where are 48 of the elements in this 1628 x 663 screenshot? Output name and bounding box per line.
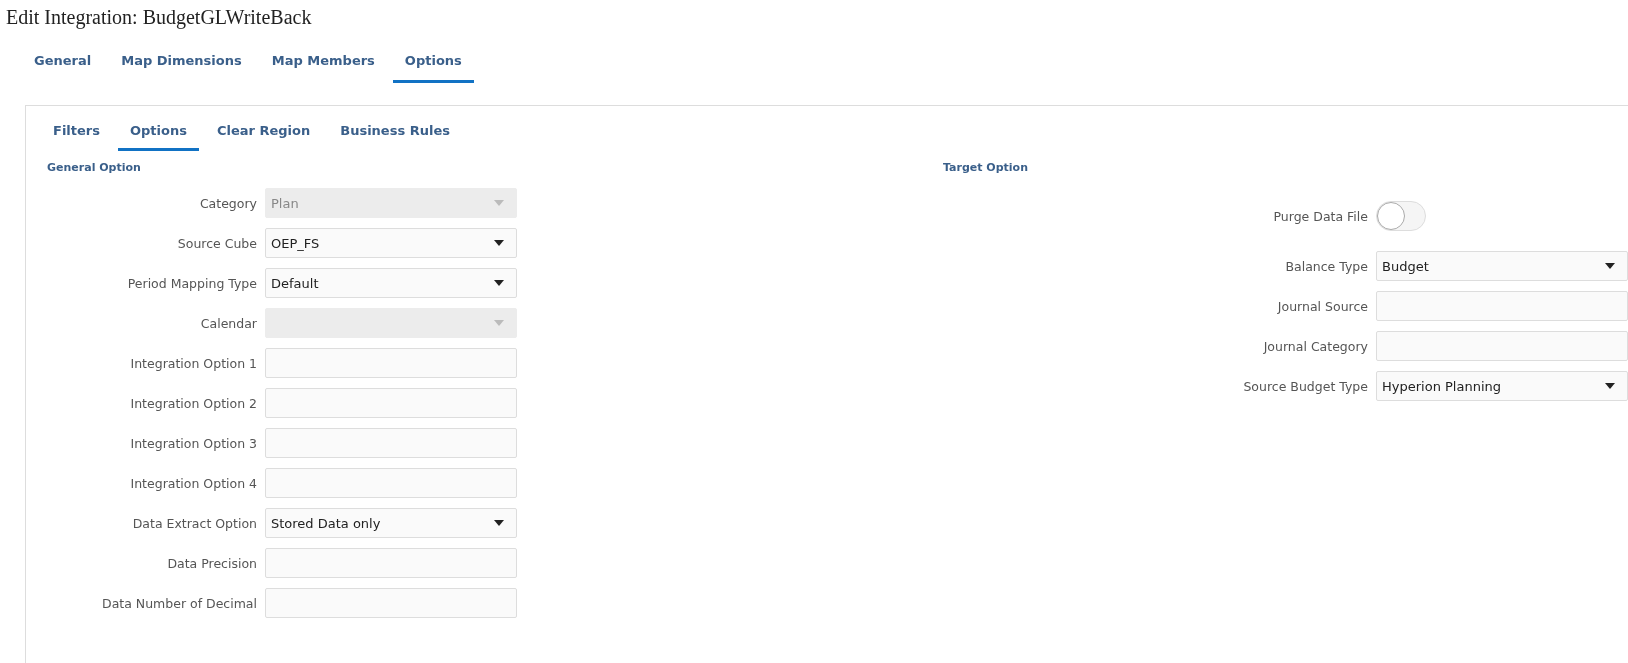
dropdown-field[interactable]: Budget bbox=[1376, 251, 1628, 281]
page-title: Edit Integration: BudgetGLWriteBack bbox=[5, 5, 313, 31]
field-label: Purge Data File bbox=[1272, 208, 1368, 224]
field-label: Period Mapping Type bbox=[126, 275, 257, 291]
input-field[interactable] bbox=[265, 428, 517, 458]
field-label: Data Precision bbox=[166, 555, 257, 571]
field-label: Integration Option 2 bbox=[129, 395, 257, 411]
field-label: Data Number of Decimal bbox=[101, 595, 257, 611]
tab[interactable]: Options bbox=[392, 50, 474, 83]
tab[interactable]: General bbox=[22, 50, 104, 83]
dropdown-caret-icon bbox=[494, 240, 504, 246]
field-label: Data Extract Option bbox=[131, 515, 257, 531]
dropdown-caret-icon bbox=[1605, 263, 1615, 269]
dropdown-field[interactable]: Default bbox=[265, 268, 517, 298]
field-label: Balance Type bbox=[1284, 258, 1368, 274]
dropdown-caret-icon bbox=[1605, 383, 1615, 389]
input-field[interactable] bbox=[265, 588, 517, 618]
field-label: Integration Option 1 bbox=[129, 355, 257, 371]
field-label: Category bbox=[198, 195, 257, 211]
field-label: Journal Category bbox=[1262, 338, 1368, 354]
field-label: Journal Source bbox=[1276, 298, 1368, 314]
dropdown-field[interactable]: OEP_FS bbox=[265, 228, 517, 258]
section-heading: Target Option bbox=[943, 161, 1029, 176]
field-label: Integration Option 3 bbox=[129, 435, 257, 451]
tab[interactable]: Clear Region bbox=[204, 120, 323, 151]
dropdown-field[interactable]: Hyperion Planning bbox=[1376, 371, 1628, 401]
tab[interactable]: Business Rules bbox=[328, 120, 462, 151]
dropdown-caret-icon bbox=[494, 200, 504, 206]
input-field[interactable] bbox=[1376, 291, 1628, 321]
dropdown-field[interactable]: Stored Data only bbox=[265, 508, 517, 538]
field-label: Integration Option 4 bbox=[129, 475, 257, 491]
dropdown-caret-icon bbox=[494, 520, 504, 526]
dropdown-caret-icon bbox=[494, 320, 504, 326]
input-field[interactable] bbox=[265, 468, 517, 498]
field-label: Source Budget Type bbox=[1242, 378, 1368, 394]
tab[interactable]: Filters bbox=[41, 120, 112, 151]
input-field[interactable] bbox=[265, 348, 517, 378]
field-label: Calendar bbox=[199, 315, 257, 331]
field-label: Source Cube bbox=[176, 235, 257, 251]
input-field[interactable] bbox=[265, 548, 517, 578]
dropdown-caret-icon bbox=[494, 280, 504, 286]
tab[interactable]: Options bbox=[118, 120, 199, 151]
toggle-switch[interactable] bbox=[1376, 201, 1426, 231]
input-field[interactable] bbox=[1376, 331, 1628, 361]
tab[interactable]: Map Dimensions bbox=[109, 50, 254, 83]
section-heading: General Option bbox=[47, 161, 142, 176]
tab[interactable]: Map Members bbox=[259, 50, 387, 83]
input-field[interactable] bbox=[265, 388, 517, 418]
